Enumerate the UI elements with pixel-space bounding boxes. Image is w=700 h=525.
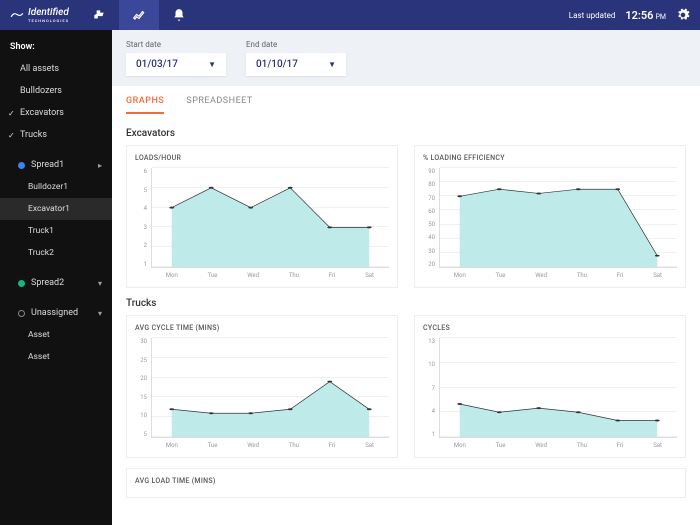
- sidebar-sub-bulldozer1[interactable]: Bulldozer1: [0, 176, 112, 198]
- end-date-input[interactable]: 01/10/17▼: [246, 53, 346, 76]
- date-filter-bar: Start date 01/03/17▼ End date 01/10/17▼: [112, 30, 700, 86]
- brand-sub: TECHNOLOGIES: [28, 18, 69, 23]
- sidebar-sub-asset[interactable]: Asset: [0, 324, 112, 346]
- clock: 12:56PM: [625, 9, 666, 22]
- chart-title: CYCLES: [423, 324, 677, 332]
- logo-icon: [10, 10, 24, 20]
- brand-logo: Identified TECHNOLOGIES: [0, 7, 79, 23]
- sidebar-group-spread1[interactable]: Spread1▸: [0, 154, 112, 176]
- last-updated-label: Last updated: [569, 11, 616, 20]
- sidebar-filter-excavators[interactable]: Excavators: [0, 102, 112, 124]
- dot-icon: [18, 162, 25, 169]
- chart-loads-hour: LOADS/HOUR654321MonTueWedThuFriSat: [126, 145, 398, 288]
- end-date-label: End date: [246, 40, 346, 49]
- sidebar-sub-truck1[interactable]: Truck1: [0, 220, 112, 242]
- section-trucks: Trucks: [126, 298, 686, 309]
- chevron-icon: ▾: [98, 309, 102, 318]
- brand-text: Identified: [28, 7, 69, 18]
- sidebar-filter-bulldozers[interactable]: Bulldozers: [0, 80, 112, 102]
- chart-avg-load-time: AVG LOAD TIME (MINS): [126, 468, 686, 498]
- topnav: [79, 0, 199, 30]
- sidebar-group-spread2[interactable]: Spread2▾: [0, 272, 112, 294]
- tabs: GRAPHS SPREADSHEET: [112, 86, 700, 114]
- main-panel: Start date 01/03/17▼ End date 01/10/17▼ …: [112, 30, 700, 525]
- sidebar: Show: All assetsBulldozersExcavatorsTruc…: [0, 30, 112, 525]
- sidebar-filter-all-assets[interactable]: All assets: [0, 58, 112, 80]
- chevron-icon: ▾: [98, 279, 102, 288]
- chart-cycle-time: AVG CYCLE TIME (MINS)30252015105MonTueWe…: [126, 315, 398, 458]
- chevron-down-icon: ▼: [208, 60, 216, 69]
- start-date-input[interactable]: 01/03/17▼: [126, 53, 226, 76]
- chart-cycles: CYCLES1310741MonTueWedThuFriSat: [414, 315, 686, 458]
- sidebar-sub-asset[interactable]: Asset: [0, 346, 112, 368]
- section-excavators: Excavators: [126, 128, 686, 139]
- gear-icon[interactable]: [676, 8, 690, 22]
- sidebar-sub-excavator1[interactable]: Excavator1: [0, 198, 112, 220]
- sidebar-filter-trucks[interactable]: Trucks: [0, 124, 112, 146]
- tab-graphs[interactable]: GRAPHS: [126, 96, 164, 114]
- nav-analytics-icon[interactable]: [119, 0, 159, 30]
- chart-title: LOADS/HOUR: [135, 154, 389, 162]
- sidebar-show-label: Show:: [0, 36, 112, 58]
- chart-title: AVG CYCLE TIME (MINS): [135, 324, 389, 332]
- chevron-down-icon: ▼: [328, 60, 336, 69]
- start-date-label: Start date: [126, 40, 226, 49]
- dot-icon: [18, 280, 25, 287]
- chart-loading-efficiency: % LOADING EFFICIENCY9080706050403020MonT…: [414, 145, 686, 288]
- nav-equipment-icon[interactable]: [79, 0, 119, 30]
- sidebar-sub-truck2[interactable]: Truck2: [0, 242, 112, 264]
- chart-title: % LOADING EFFICIENCY: [423, 154, 677, 162]
- nav-alerts-icon[interactable]: [159, 0, 199, 30]
- dot-icon: [18, 310, 25, 317]
- chevron-icon: ▸: [98, 161, 102, 170]
- tab-spreadsheet[interactable]: SPREADSHEET: [186, 96, 252, 114]
- topbar: Identified TECHNOLOGIES Last updated 12:…: [0, 0, 700, 30]
- sidebar-group-unassigned[interactable]: Unassigned▾: [0, 302, 112, 324]
